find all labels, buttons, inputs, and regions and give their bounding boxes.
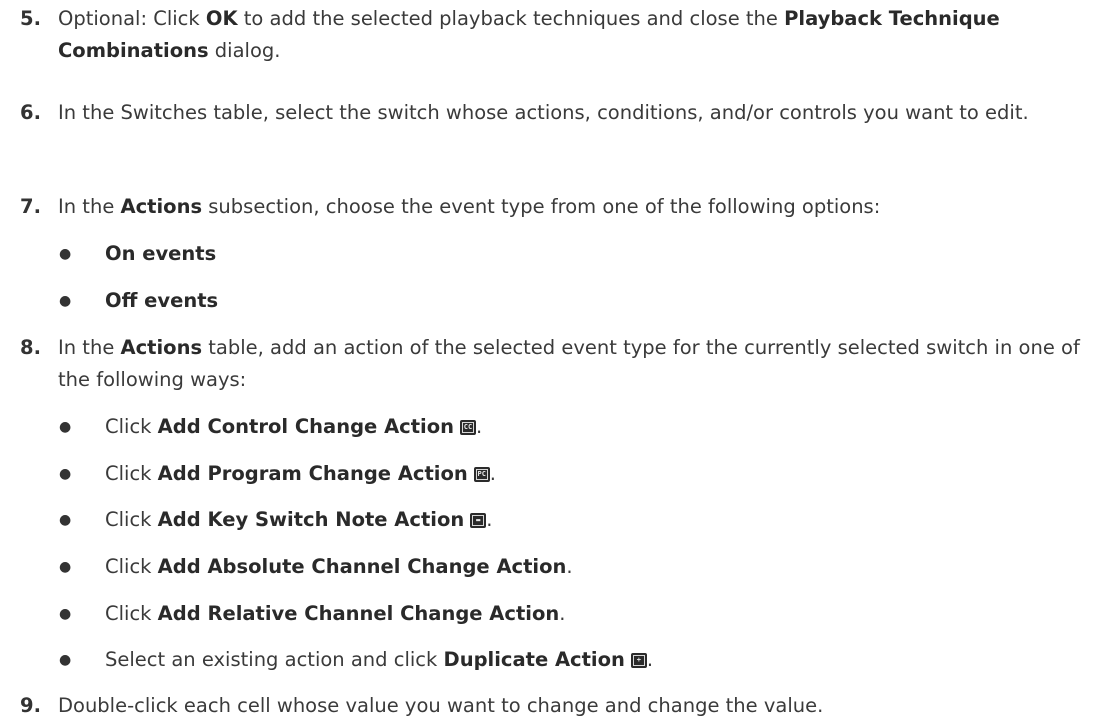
list-item: ● On events [59,238,1059,270]
text-run: Optional: Click [58,7,206,30]
action-name: Duplicate Action [443,648,625,671]
bullet-icon: ● [59,466,72,482]
option-text: Select an existing action and click Dupl… [105,644,653,676]
text-run: . [489,462,496,485]
text-run: Click [105,555,158,578]
text-run: . [486,508,493,531]
bullet-icon: ● [59,652,72,668]
step-8: 8. In the Actions table, add an action o… [20,332,1080,396]
actions-label: Actions [120,195,203,218]
text-run: . [476,415,483,438]
action-name: Add Relative Channel Change Action [157,602,560,625]
option-text: Click Add Control Change Action CC. [105,411,482,443]
action-name: Add Key Switch Note Action [157,508,465,531]
text-run: dialog. [208,39,281,62]
step-text: Double-click each cell whose value you w… [58,694,824,717]
bullet-icon: ● [59,559,72,575]
key-switch-icon: ▬ [470,513,487,528]
icon-glyph: ▬ [472,515,485,526]
list-item: ● Click Add Program Change Action PC. [59,458,1059,490]
actions-label: Actions [120,336,203,359]
duplicate-icon: + [630,653,647,668]
step-text: In the Actions table, add an action of t… [58,332,1080,396]
bullet-icon: ● [59,606,72,622]
document: 5. Optional: Click OK to add the selecte… [0,0,1095,717]
option-text: Click Add Program Change Action PC. [105,458,496,490]
step-number: 6. [20,101,41,124]
option-text: Click Add Absolute Channel Change Action… [105,551,573,583]
step-number: 9. [20,694,41,717]
text-run: . [566,555,573,578]
list-item: ● Click Add Absolute Channel Change Acti… [59,551,1059,583]
option-label: Off events [105,289,219,312]
list-item: ● Click Add Control Change Action CC. [59,411,1059,443]
program-change-icon: PC [473,467,490,482]
icon-glyph: + [632,655,645,666]
step-text: Optional: Click OK to add the selected p… [58,3,1080,67]
step-9: 9. Double-click each cell whose value yo… [20,690,1080,722]
control-change-icon: CC [460,420,477,435]
icon-glyph: CC [462,422,475,433]
step-5: 5. Optional: Click OK to add the selecte… [20,3,1080,67]
ok-label: OK [205,7,238,30]
option-text: Click Add Key Switch Note Action ▬. [105,504,492,536]
step-6: 6. In the Switches table, select the swi… [20,97,1080,129]
bullet-icon: ● [59,246,72,262]
bullet-icon: ● [59,293,72,309]
icon-glyph: PC [475,469,488,480]
text-run: Select an existing action and click [105,648,444,671]
text-run: Click [105,462,158,485]
list-item: ● Select an existing action and click Du… [59,644,1059,676]
text-run: In the [58,195,121,218]
step-number: 8. [20,336,41,359]
text-run: table, add an action of the selected eve… [58,336,1080,391]
list-item: ● Click Add Key Switch Note Action ▬. [59,504,1059,536]
step-text: In the Actions subsection, choose the ev… [58,191,1080,223]
text-run: Click [105,415,158,438]
option-text: Click Add Relative Channel Change Action… [105,598,565,630]
text-run: . [559,602,566,625]
action-name: Add Control Change Action [157,415,455,438]
text-run: . [646,648,654,671]
step-7: 7. In the Actions subsection, choose the… [20,191,1080,223]
action-name: Add Program Change Action [157,462,468,485]
text-run: to add the selected playback techniques … [237,7,785,30]
step-number: 5. [20,7,41,30]
action-name: Add Absolute Channel Change Action [157,555,567,578]
text-run: In the [58,336,121,359]
bullet-icon: ● [59,512,72,528]
text-run: subsection, choose the event type from o… [202,195,881,218]
option-label: On events [105,242,217,265]
list-item: ● Off events [59,285,1059,317]
text-run: Click [105,602,158,625]
step-text: In the Switches table, select the switch… [58,101,1029,124]
text-run: Click [105,508,158,531]
list-item: ● Click Add Relative Channel Change Acti… [59,598,1059,630]
step-number: 7. [20,195,41,218]
bullet-icon: ● [59,419,72,435]
